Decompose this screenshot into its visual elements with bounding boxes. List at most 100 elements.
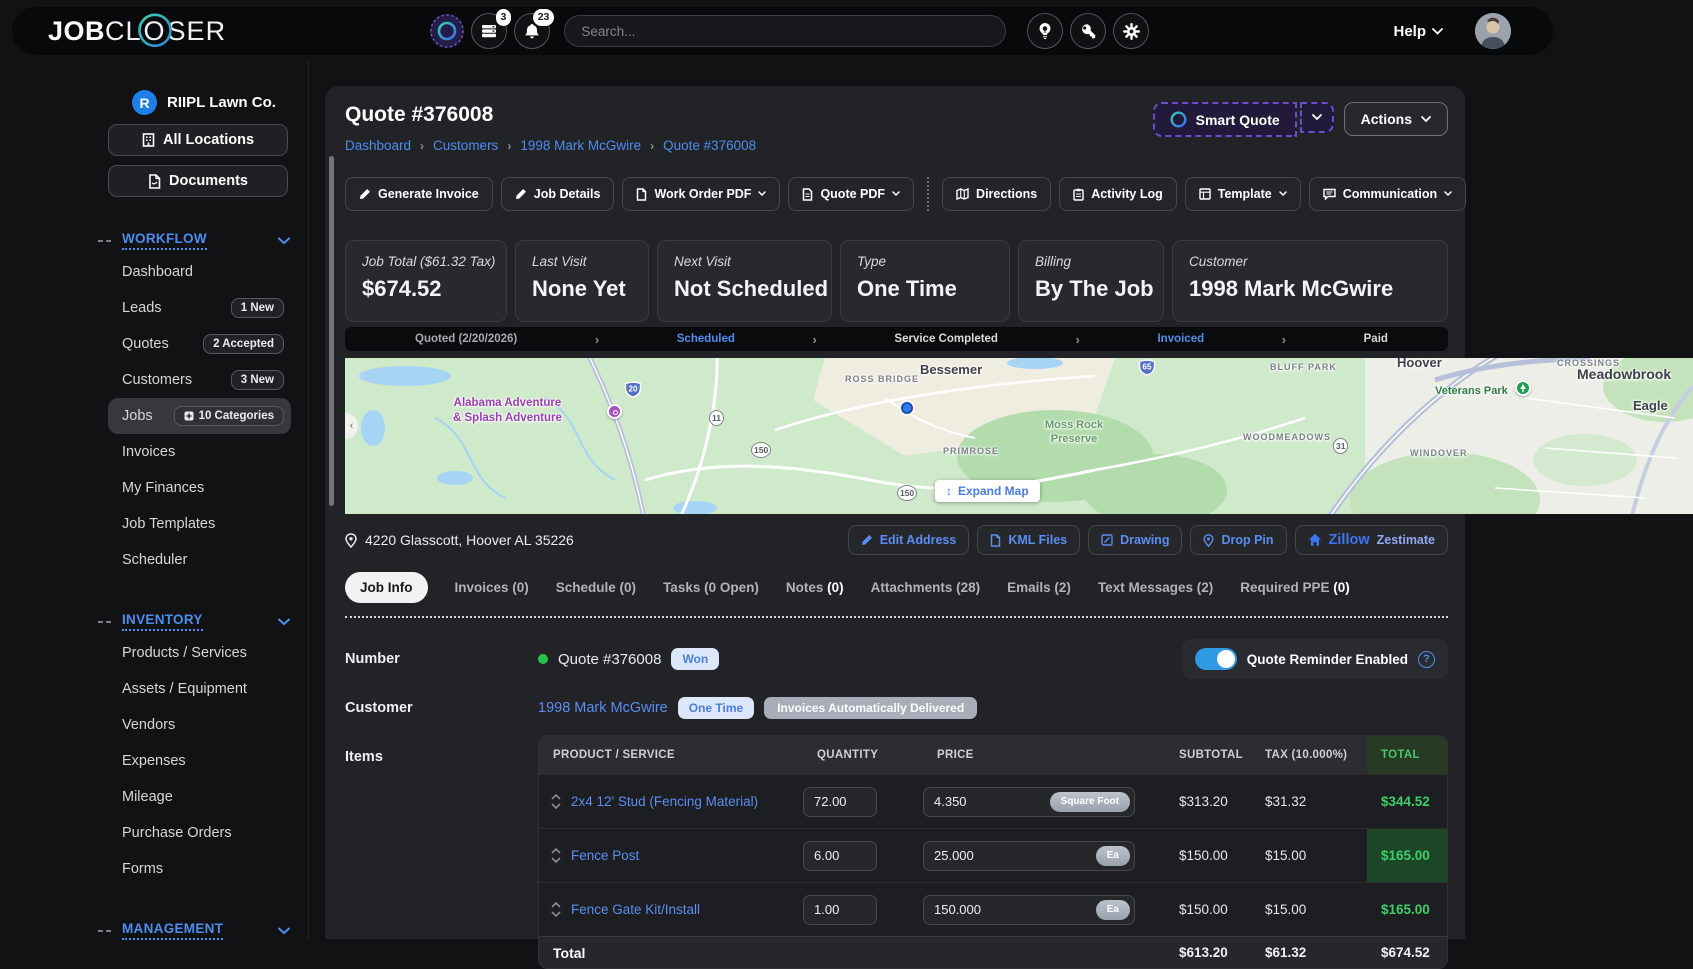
unit-badge[interactable]: Ea	[1096, 846, 1130, 866]
directions-button[interactable]: Directions	[942, 177, 1051, 211]
tab-text-messages[interactable]: Text Messages (2)	[1098, 580, 1213, 595]
tab-required-ppe[interactable]: Required PPE (0)	[1240, 580, 1350, 595]
quote-pdf-button[interactable]: Quote PDF	[788, 177, 914, 211]
stage-scheduled[interactable]: Scheduled	[677, 333, 735, 345]
unit-badge[interactable]: Square Foot	[1050, 792, 1130, 812]
section-workflow[interactable]: WORKFLOW	[98, 231, 290, 250]
amusement-poi-icon[interactable]	[607, 404, 622, 419]
ideas-button[interactable]	[1027, 13, 1063, 49]
quote-reminder-toggle[interactable]	[1195, 648, 1237, 670]
chevron-up-icon	[551, 794, 561, 800]
breadcrumb-dashboard[interactable]: Dashboard	[345, 138, 411, 153]
help-menu[interactable]: Help	[1393, 23, 1443, 40]
sidebar-item-customers[interactable]: Customers3 New	[108, 362, 291, 398]
unit-badge[interactable]: Ea	[1096, 900, 1130, 920]
quantity-input[interactable]	[803, 787, 877, 817]
main-panel: Quote #376008 Dashboard› Customers› 1998…	[325, 86, 1465, 939]
sidebar-item-my-finances[interactable]: My Finances	[108, 470, 291, 506]
user-avatar[interactable]	[1475, 13, 1511, 49]
recording-indicator-button[interactable]	[428, 13, 464, 49]
reorder-handle[interactable]	[551, 902, 561, 917]
work-order-pdf-button[interactable]: Work Order PDF	[622, 177, 780, 211]
notifications-count-badge: 23	[533, 9, 555, 26]
quantity-input[interactable]	[803, 841, 877, 871]
actions-button[interactable]: Actions	[1344, 102, 1448, 136]
product-link[interactable]: Fence Post	[571, 848, 639, 863]
template-button[interactable]: Template	[1185, 177, 1301, 211]
sidebar-item-assets-equipment[interactable]: Assets / Equipment	[108, 671, 291, 707]
sidebar-item-purchase-orders[interactable]: Purchase Orders	[108, 815, 291, 851]
notifications-button[interactable]: 23	[514, 13, 550, 49]
chevron-right-icon	[1076, 332, 1080, 347]
product-link[interactable]: 2x4 12' Stud (Fencing Material)	[571, 794, 758, 809]
stage-invoiced[interactable]: Invoiced	[1157, 333, 1204, 345]
park-poi-icon[interactable]	[1515, 380, 1531, 396]
breadcrumb-customer-name[interactable]: 1998 Mark McGwire	[520, 138, 641, 153]
queue-count-badge: 3	[496, 9, 512, 26]
tab-invoices[interactable]: Invoices (0)	[455, 580, 529, 595]
activity-log-button[interactable]: Activity Log	[1059, 177, 1177, 211]
tab-notes[interactable]: Notes (0)	[786, 580, 844, 595]
sidebar-item-mileage[interactable]: Mileage	[108, 779, 291, 815]
sidebar-item-products-services[interactable]: Products / Services	[108, 635, 291, 671]
scrollbar-thumb[interactable]	[329, 156, 334, 506]
expand-map-button[interactable]: Expand Map	[935, 480, 1040, 502]
documents-button[interactable]: Documents	[108, 165, 288, 197]
product-link[interactable]: Fence Gate Kit/Install	[571, 902, 700, 917]
search-input[interactable]	[564, 15, 1006, 47]
smart-quote-dropdown-button[interactable]	[1300, 102, 1334, 133]
communication-button[interactable]: Communication	[1309, 177, 1466, 211]
sidebar-item-forms[interactable]: Forms	[108, 851, 291, 887]
breadcrumb-quote[interactable]: Quote #376008	[663, 138, 756, 153]
map-label-crossings: CROSSINGS	[1557, 358, 1620, 368]
tab-attachments[interactable]: Attachments (28)	[871, 580, 981, 595]
sidebar-item-quotes[interactable]: Quotes2 Accepted	[108, 326, 291, 362]
help-tooltip-icon[interactable]	[1418, 651, 1435, 668]
sidebar-item-leads[interactable]: Leads1 New	[108, 290, 291, 326]
job-location-marker[interactable]	[901, 402, 913, 414]
sidebar-item-scheduler[interactable]: Scheduler	[108, 542, 291, 578]
tab-emails[interactable]: Emails (2)	[1007, 580, 1071, 595]
quantity-input[interactable]	[803, 895, 877, 925]
all-locations-button[interactable]: All Locations	[108, 124, 288, 156]
smart-quote-button[interactable]: Smart Quote	[1153, 102, 1297, 137]
workflow-menu: Dashboard Leads1 New Quotes2 Accepted Cu…	[0, 254, 308, 578]
auto-delivered-badge: Invoices Automatically Delivered	[764, 697, 977, 719]
breadcrumb-customers[interactable]: Customers	[433, 138, 498, 153]
queue-button[interactable]: 3	[471, 13, 507, 49]
breadcrumb: Dashboard› Customers› 1998 Mark McGwire›…	[345, 138, 1448, 153]
api-keys-button[interactable]	[1070, 13, 1106, 49]
drawing-button[interactable]: Drawing	[1088, 525, 1182, 555]
app-logo[interactable]: JOBCLOSER	[48, 16, 226, 47]
section-management[interactable]: MANAGEMENT	[98, 921, 290, 940]
sidebar-item-expenses[interactable]: Expenses	[108, 743, 291, 779]
company-switcher[interactable]: R RIIPL Lawn Co.	[132, 90, 308, 115]
header-tax: TAX (10.000%)	[1251, 749, 1367, 761]
sidebar-item-job-templates[interactable]: Job Templates	[108, 506, 291, 542]
tab-schedule[interactable]: Schedule (0)	[556, 580, 636, 595]
items-row: Items PRODUCT / SERVICE QUANTITY PRICE S…	[345, 735, 1448, 969]
edit-address-button[interactable]: Edit Address	[848, 525, 970, 555]
zillow-zestimate-button[interactable]: Zillow Zestimate	[1295, 525, 1448, 555]
job-details-button[interactable]: Job Details	[501, 177, 615, 211]
total-row-label: Total	[539, 945, 803, 961]
file-icon	[802, 188, 813, 201]
top-navbar: JOBCLOSER 3 23 Help	[12, 7, 1553, 55]
section-inventory[interactable]: INVENTORY	[98, 612, 290, 631]
reorder-handle[interactable]	[551, 848, 561, 863]
sidebar-item-invoices[interactable]: Invoices	[108, 434, 291, 470]
sidebar-item-vendors[interactable]: Vendors	[108, 707, 291, 743]
kml-files-button[interactable]: KML Files	[977, 525, 1080, 555]
drop-pin-button[interactable]: Drop Pin	[1190, 525, 1286, 555]
tab-tasks[interactable]: Tasks (0 Open)	[663, 580, 759, 595]
logo-text-bold: JOB	[48, 16, 105, 47]
sidebar-item-dashboard[interactable]: Dashboard	[108, 254, 291, 290]
customer-link[interactable]: 1998 Mark McGwire	[538, 700, 668, 716]
table-row: Fence Gate Kit/Install Ea $150.00 $15.00…	[539, 882, 1447, 936]
generate-invoice-button[interactable]: Generate Invoice	[345, 177, 493, 211]
tab-job-info[interactable]: Job Info	[345, 572, 428, 603]
sidebar-item-jobs[interactable]: Jobs 10 Categories	[108, 398, 291, 434]
settings-button[interactable]	[1113, 13, 1149, 49]
reorder-handle[interactable]	[551, 794, 561, 809]
map[interactable]: Bessemer Hoover Meadowbrook Eagle ROSS B…	[345, 358, 1693, 514]
